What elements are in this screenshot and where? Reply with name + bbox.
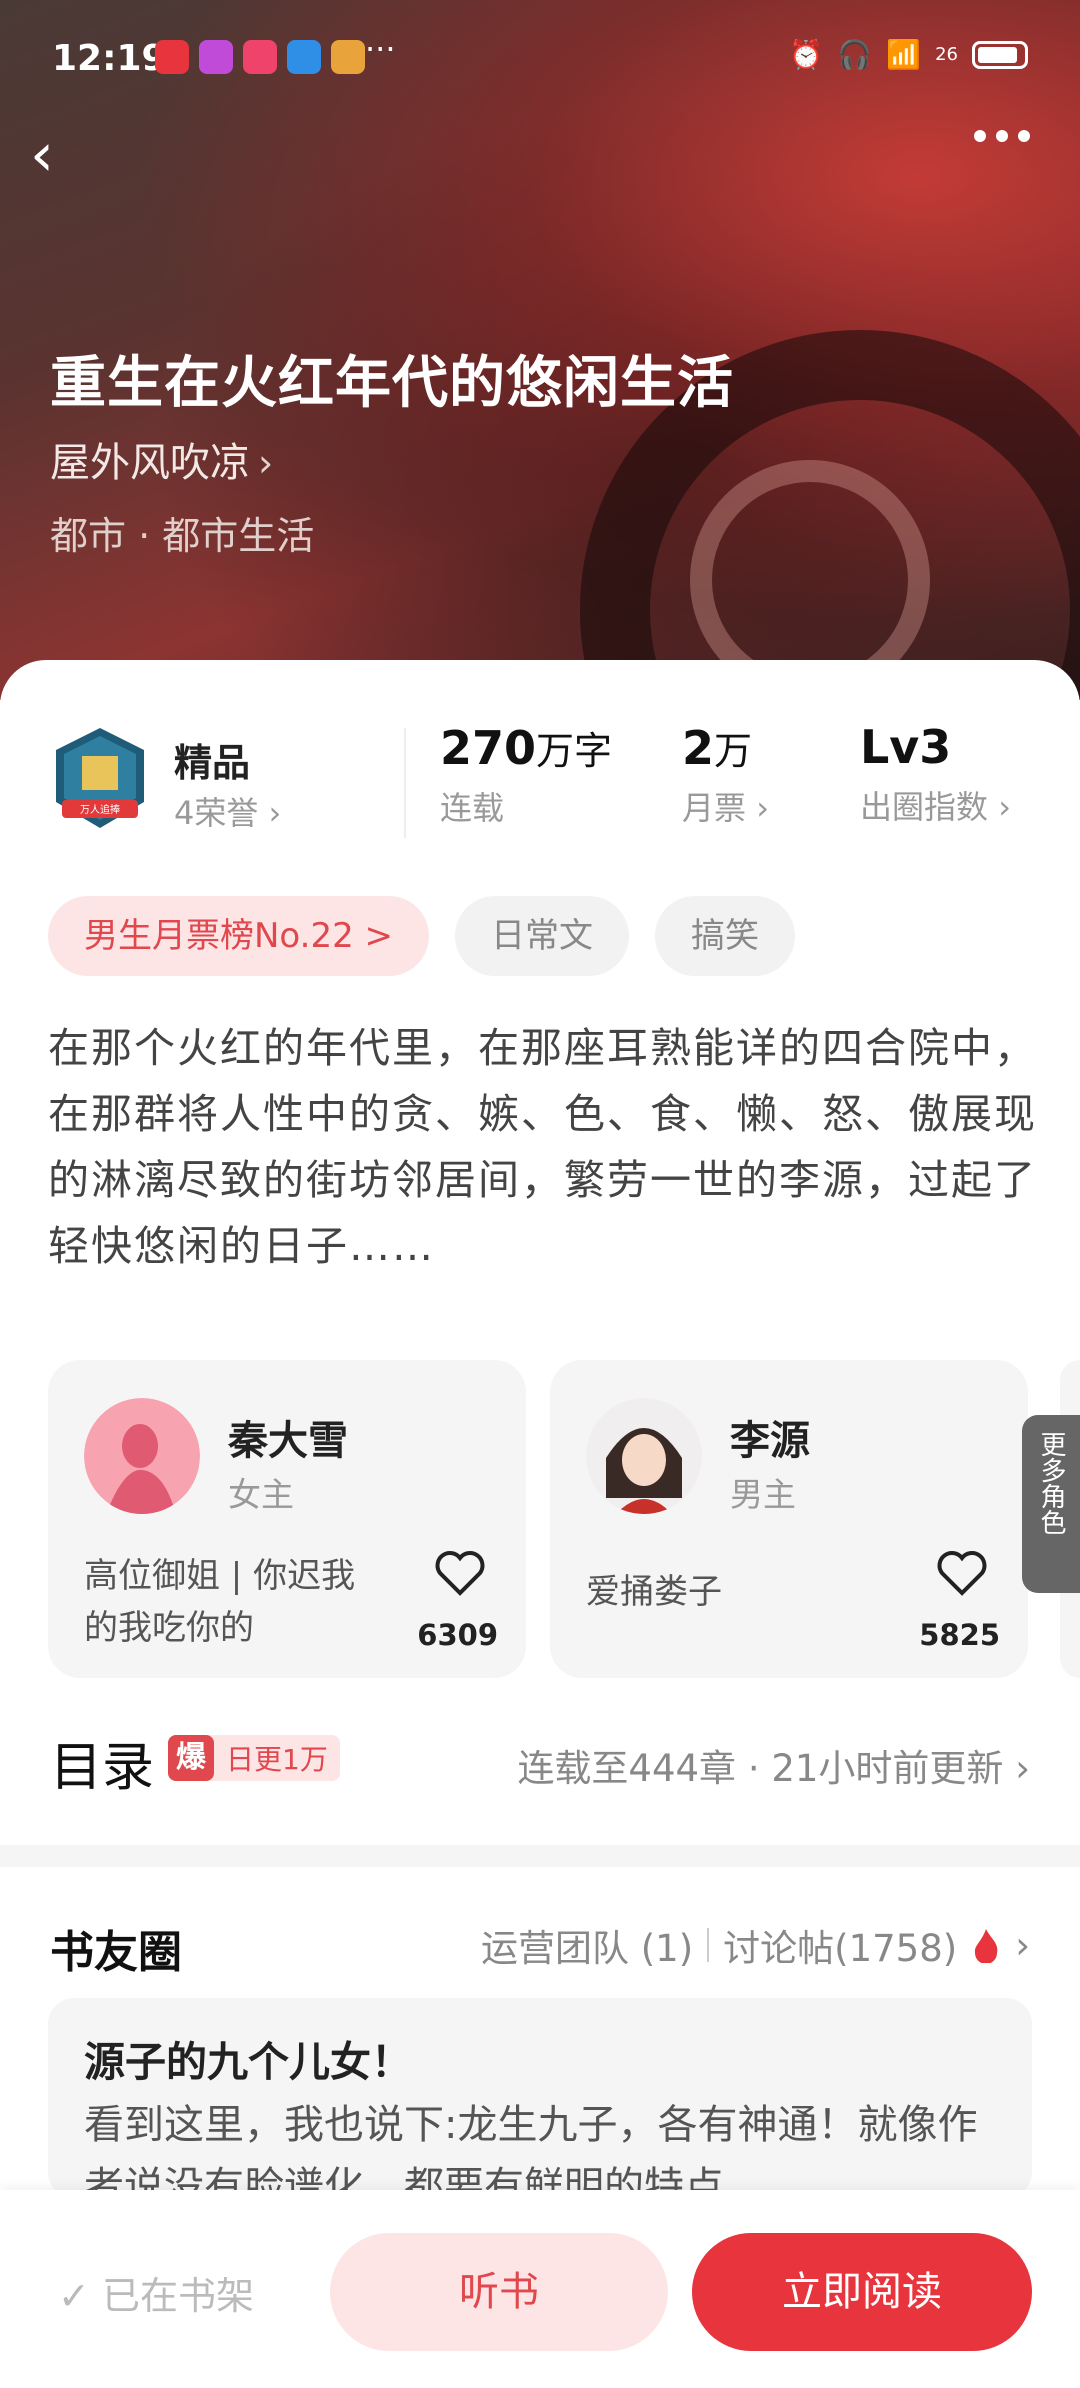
chevron-right-icon: › [1015, 1923, 1030, 1967]
like-count: 5825 [919, 1618, 1000, 1652]
popularity-level: Lv3 [860, 720, 952, 774]
battery-icon [972, 40, 1028, 69]
word-count-label: 连载 [440, 789, 505, 827]
rank-tag[interactable]: 男生月票榜No.22 > [48, 896, 430, 976]
update-badge: 爆 日更1万 [168, 1735, 340, 1781]
honors-link[interactable]: 4荣誉 › [174, 788, 281, 834]
role-type: 男主 [730, 1475, 796, 1514]
back-arrow-icon[interactable]: ‹ [30, 125, 76, 185]
like-count: 6309 [417, 1618, 498, 1652]
app-icon [199, 40, 233, 74]
status-right: ⏰ 🎧 📶 26 [788, 38, 1028, 71]
post-count[interactable]: 讨论帖(1758) [723, 1918, 957, 1972]
avatar [84, 1398, 200, 1514]
chevron-right-icon: › [258, 441, 274, 485]
fire-badge: 爆 [168, 1735, 214, 1781]
post-card[interactable]: 源子的九个儿女！ 看到这里，我也说下:龙生九子，各有神通！就像作者说没有脸谱化，… [48, 1998, 1032, 2198]
ops-team[interactable]: 运营团队 (1) [481, 1918, 693, 1972]
more-roles-label: 更多角色 [1036, 1431, 1066, 1535]
book-description[interactable]: 在那个火红的年代里，在那座耳熟能详的四合院中，在那群将人性中的贪、嫉、色、食、懒… [48, 1015, 1038, 1279]
role-quote: 高位御姐 | 你迟我的我吃你的 [84, 1556, 356, 1648]
more-notifications-icon: ··· [365, 30, 396, 68]
app-icon [155, 40, 189, 74]
read-now-button[interactable]: 立即阅读 [692, 2233, 1032, 2351]
role-card[interactable]: 李源 男主 爱捅娄子 5825 [550, 1360, 1028, 1678]
monthly-ticket-stat[interactable]: 2万 月票 › [682, 720, 769, 829]
post-body: 看到这里，我也说下:龙生九子，各有神通！就像作者说没有脸谱化，都要有鲜明的特点，… [84, 2102, 978, 2198]
catalog-link[interactable]: 连载至444章 · 21小时前更新 › [517, 1738, 1030, 1792]
headphones-icon: 🎧 [837, 38, 873, 71]
chevron-right-icon: › [1015, 1747, 1030, 1790]
flame-icon [975, 1929, 998, 1963]
update-text: 日更1万 [226, 1743, 328, 1776]
popularity-label: 出圈指数 [860, 788, 989, 826]
quality-label: 精品 [174, 741, 251, 785]
chevron-right-icon: › [756, 789, 769, 827]
popularity-stat[interactable]: Lv3 出圈指数 › [860, 720, 1011, 828]
author-link[interactable]: 屋外风吹凉 › [50, 430, 273, 488]
more-roles-button[interactable]: 更多角色 [1022, 1415, 1080, 1593]
catalog-info: 连载至444章 · 21小时前更新 [517, 1747, 1004, 1790]
role-card[interactable]: 秦大雪 女主 高位御姐 | 你迟我的我吃你的 6309 [48, 1360, 526, 1678]
word-count-stat: 270万字 连载 [440, 720, 612, 829]
listen-button[interactable]: 听书 [330, 2233, 668, 2351]
alarm-icon: ⏰ [788, 38, 824, 71]
circle-info[interactable]: 运营团队 (1) 讨论帖(1758) › [481, 1918, 1030, 1972]
status-bar: 12:19 ··· ⏰ 🎧 📶 26 [0, 0, 1080, 120]
app-icon [287, 40, 321, 74]
ticket-count: 2 [682, 721, 715, 775]
chevron-right-icon: › [998, 788, 1011, 826]
catalog-title: 目录 [50, 1738, 155, 1798]
heart-icon[interactable] [932, 1550, 992, 1600]
notification-icons [155, 40, 365, 74]
word-unit: 万字 [536, 729, 613, 773]
ticket-label: 月票 [682, 789, 747, 827]
word-count: 270 [440, 721, 537, 775]
role-quote: 爱捅娄子 [586, 1572, 722, 1612]
chevron-right-icon: › [268, 794, 282, 832]
book-detail-sheet: 万人追捧 精品 4荣誉 › 270万字 连载 2万 月票 › Lv3 出圈指数 … [0, 660, 1080, 2388]
role-type: 女主 [228, 1475, 294, 1514]
app-icon [331, 40, 365, 74]
book-genre: 都市 · 都市生活 [50, 514, 315, 558]
tag-daily[interactable]: 日常文 [455, 896, 630, 976]
divider [404, 728, 406, 838]
tag-funny[interactable]: 搞笑 [655, 896, 796, 976]
status-time: 12:19 [52, 38, 167, 79]
check-icon: ✓ [58, 2274, 90, 2318]
badge-text: 万人追捧 [80, 803, 120, 816]
quality-badge-icon: 万人追捧 [56, 728, 144, 828]
wifi-icon: 📶 [886, 38, 922, 71]
avatar [586, 1398, 702, 1514]
post-title: 源子的九个儿女！ [84, 2038, 412, 2086]
on-shelf-label: 已在书架 [101, 2274, 254, 2318]
role-name: 李源 [730, 1418, 810, 1464]
bottom-action-bar: ✓ 已在书架 听书 立即阅读 [0, 2190, 1080, 2388]
book-cover-hero: 12:19 ··· ⏰ 🎧 📶 26 ‹ 重生在火红年代的悠闲生活 屋外风吹凉 ›… [0, 0, 1080, 700]
role-name: 秦大雪 [228, 1418, 348, 1464]
divider [707, 1928, 710, 1962]
on-shelf-button[interactable]: ✓ 已在书架 [58, 2265, 254, 2320]
heart-icon[interactable] [430, 1550, 490, 1600]
book-title: 重生在火红年代的悠闲生活 [50, 351, 734, 416]
section-divider [0, 1845, 1080, 1867]
ticket-unit: 万 [714, 729, 753, 773]
signal-text: 26 [935, 44, 958, 65]
honors-count: 4荣誉 [174, 794, 259, 832]
tag-list: 男生月票榜No.22 > 日常文 搞笑 [48, 896, 796, 976]
book-circle-title: 书友圈 [50, 1927, 182, 1978]
author-name: 屋外风吹凉 [50, 440, 250, 486]
more-dots-icon[interactable] [974, 130, 1030, 142]
app-icon [243, 40, 277, 74]
